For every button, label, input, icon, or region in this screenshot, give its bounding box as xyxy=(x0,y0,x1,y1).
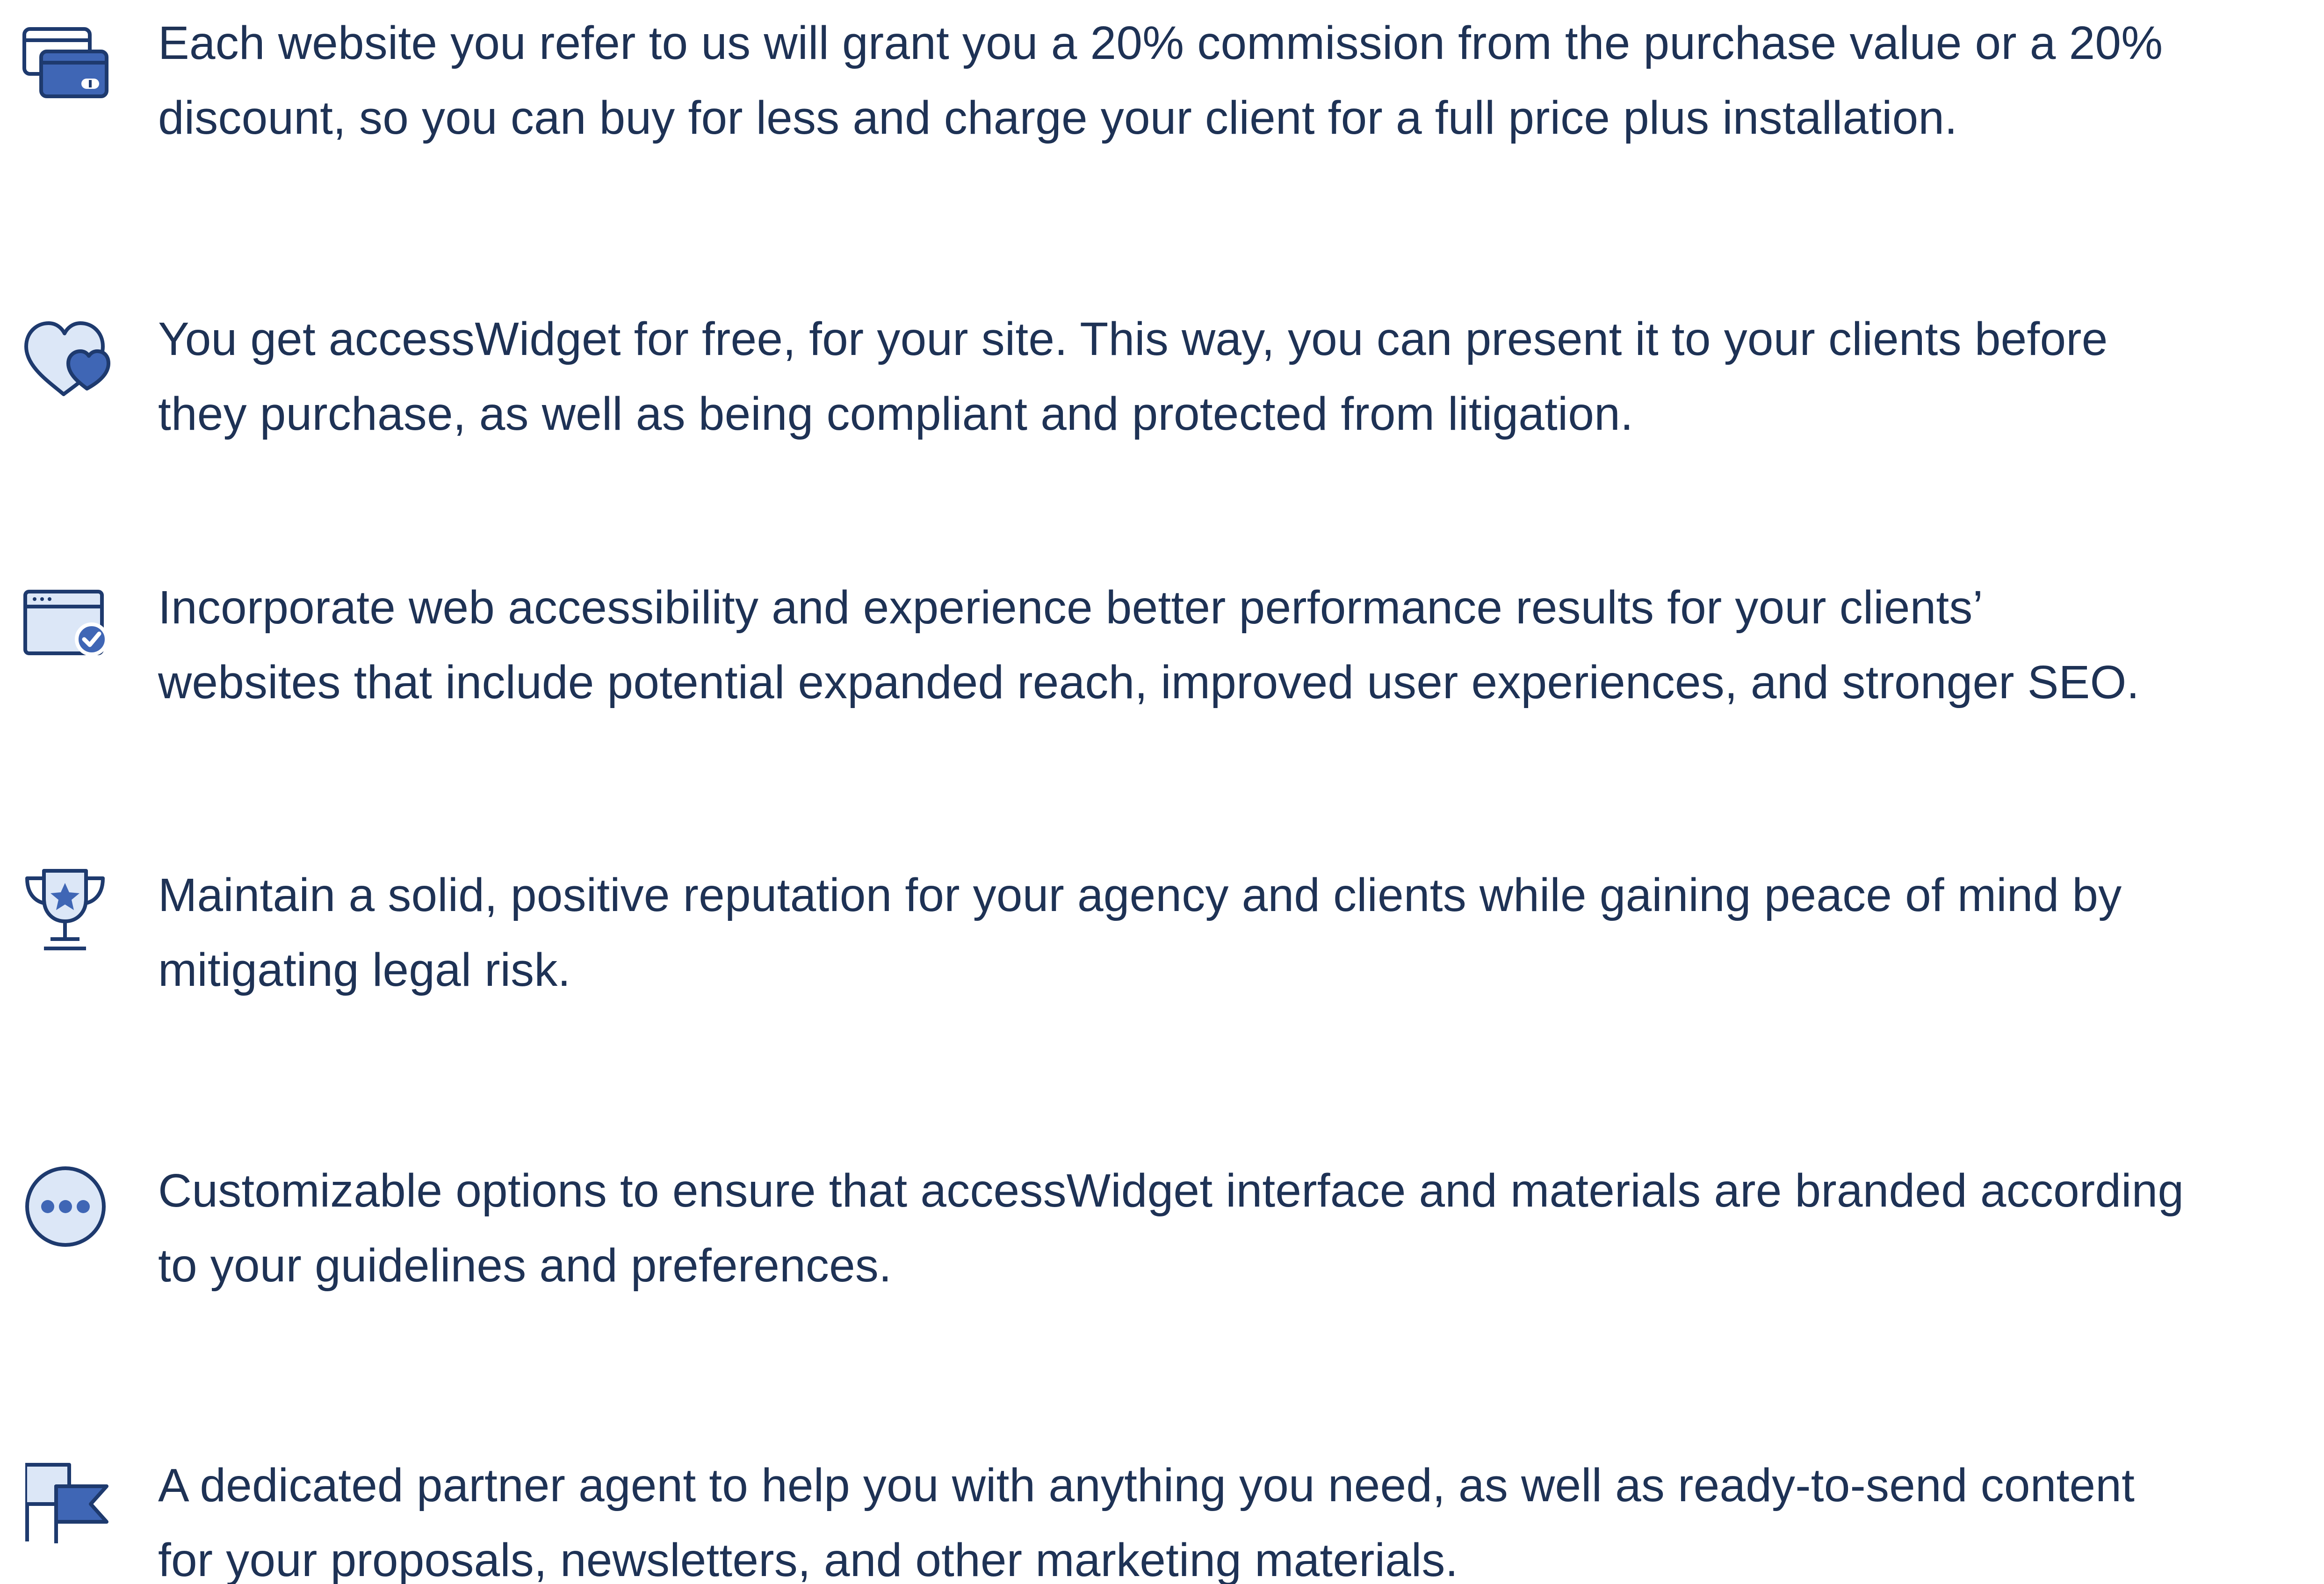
benefit-line: You get accessWidget for free, for your … xyxy=(158,313,2108,365)
benefit-line: for your proposals, newsletters, and oth… xyxy=(158,1534,1458,1584)
benefit-text: Each website you refer to us will grant … xyxy=(158,6,2318,155)
browser-check-icon xyxy=(22,582,111,671)
benefit-line: they purchase, as well as being complian… xyxy=(158,388,1634,440)
benefit-line: A dedicated partner agent to help you wi… xyxy=(158,1459,2135,1512)
benefit-line: to your guidelines and preferences. xyxy=(158,1239,892,1292)
benefit-line: Maintain a solid, positive reputation fo… xyxy=(158,869,2122,921)
benefit-text: You get accessWidget for free, for your … xyxy=(158,302,2318,451)
benefit-text: Customizable options to ensure that acce… xyxy=(158,1153,2318,1303)
more-options-icon xyxy=(22,1164,111,1252)
benefit-text: A dedicated partner agent to help you wi… xyxy=(158,1448,2318,1584)
credit-card-icon xyxy=(22,19,111,108)
trophy-star-icon xyxy=(22,864,111,953)
benefit-line: Customizable options to ensure that acce… xyxy=(158,1164,2184,1217)
benefit-line: Each website you refer to us will grant … xyxy=(158,17,2163,69)
benefit-line: discount, so you can buy for less and ch… xyxy=(158,92,1958,144)
benefit-line: websites that include potential expanded… xyxy=(158,656,2140,709)
hearts-icon xyxy=(22,316,111,405)
benefit-text: Incorporate web accessibility and experi… xyxy=(158,570,2318,720)
benefit-text: Maintain a solid, positive reputation fo… xyxy=(158,858,2318,1007)
benefit-line: Incorporate web accessibility and experi… xyxy=(158,581,1984,634)
flags-icon xyxy=(22,1461,111,1550)
benefit-line: mitigating legal risk. xyxy=(158,944,571,996)
